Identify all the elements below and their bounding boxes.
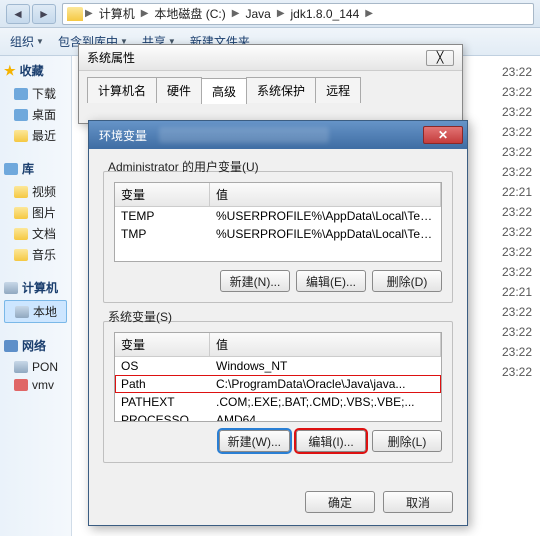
col-value[interactable]: 值 bbox=[210, 183, 441, 206]
var-row[interactable]: OSWindows_NT bbox=[115, 357, 441, 375]
breadcrumb[interactable]: 计算机 bbox=[95, 5, 139, 22]
user-vars-label: Administrator 的用户变量(U) bbox=[106, 158, 261, 175]
sysprops-tabs: 计算机名 硬件 高级 系统保护 远程 bbox=[79, 71, 462, 103]
sysprops-titlebar[interactable]: 系统属性 ╳ bbox=[79, 45, 462, 71]
delete-user-var-button[interactable]: 删除(D) bbox=[372, 270, 442, 292]
var-row[interactable]: TEMP%USERPROFILE%\AppData\Local\Temp bbox=[115, 207, 441, 225]
drive-icon bbox=[15, 306, 29, 318]
chevron-right-icon: ▶ bbox=[141, 8, 149, 19]
sidebar-item[interactable]: 本地 bbox=[4, 300, 67, 323]
sidebar-item[interactable]: 文档 bbox=[4, 223, 67, 244]
tab-system-protection[interactable]: 系统保护 bbox=[246, 77, 316, 103]
nav-arrows: ◄ ► bbox=[6, 4, 56, 24]
system-properties-dialog: 系统属性 ╳ 计算机名 硬件 高级 系统保护 远程 bbox=[78, 44, 463, 124]
tab-advanced[interactable]: 高级 bbox=[201, 78, 247, 104]
folder-icon bbox=[67, 7, 83, 21]
col-variable[interactable]: 变量 bbox=[115, 183, 210, 206]
sidebar-favorites[interactable]: ★收藏 bbox=[4, 62, 67, 79]
desktop-icon bbox=[14, 109, 28, 121]
chevron-right-icon: ▶ bbox=[85, 8, 93, 19]
tab-hardware[interactable]: 硬件 bbox=[156, 77, 202, 103]
envvars-titlebar[interactable]: 环境变量 ✕ bbox=[89, 121, 467, 149]
col-variable[interactable]: 变量 bbox=[115, 333, 210, 356]
sidebar-computer[interactable]: 计算机 bbox=[4, 279, 67, 296]
sysprops-title: 系统属性 bbox=[87, 49, 135, 66]
sidebar-item[interactable]: 视频 bbox=[4, 181, 67, 202]
edit-sys-var-button[interactable]: 编辑(I)... bbox=[296, 430, 366, 452]
network-icon bbox=[4, 340, 18, 352]
system-vars-list[interactable]: 变量 值 OSWindows_NT PathC:\ProgramData\Ora… bbox=[114, 332, 442, 422]
ok-button[interactable]: 确定 bbox=[305, 491, 375, 513]
list-header: 变量 值 bbox=[115, 333, 441, 357]
explorer-sidebar: ★收藏 下载 桌面 最近 库 视频 图片 文档 音乐 计算机 本地 网络 PON… bbox=[0, 56, 72, 536]
system-variables-group: 系统变量(S) 变量 值 OSWindows_NT PathC:\Program… bbox=[103, 321, 453, 463]
delete-sys-var-button[interactable]: 删除(L) bbox=[372, 430, 442, 452]
sidebar-item[interactable]: 图片 bbox=[4, 202, 67, 223]
sidebar-item[interactable]: 最近 bbox=[4, 125, 67, 146]
var-row-path[interactable]: PathC:\ProgramData\Oracle\Java\java... bbox=[115, 375, 441, 393]
library-icon bbox=[4, 163, 18, 175]
list-header: 变量 值 bbox=[115, 183, 441, 207]
sidebar-libraries[interactable]: 库 bbox=[4, 160, 67, 177]
download-icon bbox=[14, 88, 28, 100]
var-row[interactable]: TMP%USERPROFILE%\AppData\Local\Temp bbox=[115, 225, 441, 243]
user-variables-group: Administrator 的用户变量(U) 变量 值 TEMP%USERPRO… bbox=[103, 171, 453, 303]
col-value[interactable]: 值 bbox=[210, 333, 441, 356]
vm-icon bbox=[14, 379, 28, 391]
tab-computer-name[interactable]: 计算机名 bbox=[87, 77, 157, 103]
close-button[interactable]: ╳ bbox=[426, 50, 454, 66]
document-icon bbox=[14, 228, 28, 240]
var-row[interactable]: PATHEXT.COM;.EXE;.BAT;.CMD;.VBS;.VBE;... bbox=[115, 393, 441, 411]
environment-variables-dialog: 环境变量 ✕ Administrator 的用户变量(U) 变量 值 TEMP%… bbox=[88, 120, 468, 526]
tab-remote[interactable]: 远程 bbox=[315, 77, 361, 103]
breadcrumb[interactable]: 本地磁盘 (C:) bbox=[150, 5, 229, 22]
envvars-title: 环境变量 bbox=[99, 127, 147, 144]
picture-icon bbox=[14, 207, 28, 219]
sidebar-network[interactable]: 网络 bbox=[4, 337, 67, 354]
chevron-right-icon: ▶ bbox=[232, 8, 240, 19]
close-button[interactable]: ✕ bbox=[423, 126, 463, 144]
sidebar-item[interactable]: 桌面 bbox=[4, 104, 67, 125]
breadcrumb[interactable]: Java bbox=[241, 7, 274, 21]
sidebar-item[interactable]: PON bbox=[4, 358, 67, 376]
video-icon bbox=[14, 186, 28, 198]
star-icon: ★ bbox=[4, 63, 16, 79]
new-sys-var-button[interactable]: 新建(W)... bbox=[219, 430, 290, 452]
sidebar-item[interactable]: vmv bbox=[4, 376, 67, 394]
explorer-titlebar: ◄ ► ▶ 计算机 ▶ 本地磁盘 (C:) ▶ Java ▶ jdk1.8.0_… bbox=[0, 0, 540, 28]
edit-user-var-button[interactable]: 编辑(E)... bbox=[296, 270, 366, 292]
cancel-button[interactable]: 取消 bbox=[383, 491, 453, 513]
breadcrumb[interactable]: jdk1.8.0_144 bbox=[287, 7, 364, 21]
var-row[interactable]: PROCESSOR_ARAMD64 bbox=[115, 411, 441, 422]
new-user-var-button[interactable]: 新建(N)... bbox=[220, 270, 290, 292]
chevron-down-icon: ▼ bbox=[36, 37, 44, 46]
computer-icon bbox=[4, 282, 18, 294]
forward-button[interactable]: ► bbox=[32, 4, 56, 24]
music-icon bbox=[14, 249, 28, 261]
chevron-right-icon: ▶ bbox=[277, 8, 285, 19]
back-button[interactable]: ◄ bbox=[6, 4, 30, 24]
sidebar-item[interactable]: 音乐 bbox=[4, 244, 67, 265]
address-bar[interactable]: ▶ 计算机 ▶ 本地磁盘 (C:) ▶ Java ▶ jdk1.8.0_144 … bbox=[62, 3, 534, 25]
chevron-right-icon: ▶ bbox=[365, 8, 373, 19]
recent-icon bbox=[14, 130, 28, 142]
title-blur bbox=[159, 127, 329, 143]
sidebar-item[interactable]: 下载 bbox=[4, 83, 67, 104]
user-vars-list[interactable]: 变量 值 TEMP%USERPROFILE%\AppData\Local\Tem… bbox=[114, 182, 442, 262]
pc-icon bbox=[14, 361, 28, 373]
sys-vars-label: 系统变量(S) bbox=[106, 308, 174, 325]
organize-menu[interactable]: 组织 ▼ bbox=[10, 33, 44, 50]
